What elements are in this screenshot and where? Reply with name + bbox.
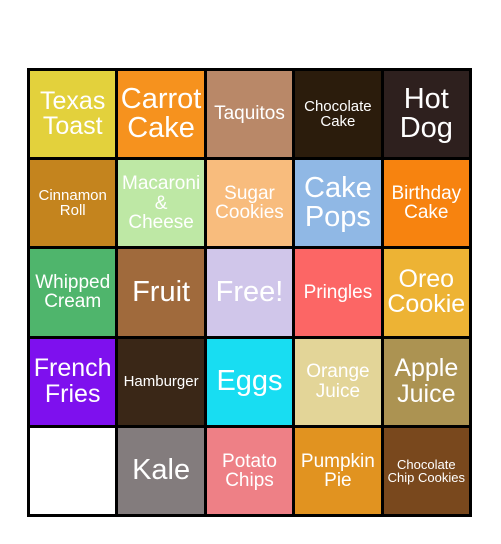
bingo-cell[interactable]: Chocolate Chip Cookies — [383, 427, 469, 514]
bingo-cell[interactable]: Chocolate Cake — [295, 71, 381, 158]
bingo-cell[interactable]: Whipped Cream — [30, 249, 116, 336]
bingo-cell[interactable]: Apple Juice — [383, 338, 469, 425]
bingo-cell-label: Pumpkin Pie — [300, 450, 375, 491]
bingo-cell[interactable]: French Fries — [30, 338, 116, 425]
bingo-cell-label: Cake Pops — [304, 171, 372, 234]
bingo-cell-label: Potato Chips — [222, 450, 277, 491]
bingo-cell[interactable]: Potato Chips — [206, 427, 293, 514]
bingo-cell[interactable]: Texas Toast — [30, 71, 116, 158]
bingo-cell-label: Kale — [132, 454, 191, 487]
bingo-cell[interactable]: Kale — [118, 427, 204, 514]
bingo-cell[interactable]: Macaroni & Cheese — [118, 160, 204, 247]
bingo-cell-label: Cinnamon Roll — [38, 186, 107, 220]
bingo-cell-label: Sugar Cookies — [215, 182, 284, 224]
bingo-cell-label: Pringles — [303, 281, 373, 303]
bingo-cell-label: Chocolate Cake — [304, 97, 372, 131]
bingo-cell-label: French Fries — [33, 354, 112, 408]
bingo-cell-label: Hot Dog — [399, 82, 453, 145]
bingo-cell[interactable]: Sugar Cookies — [206, 160, 293, 247]
bingo-cell[interactable]: Eggs — [206, 338, 293, 425]
bingo-cell[interactable]: Hamburger — [118, 338, 204, 425]
bingo-cell[interactable]: Hot Dog — [383, 71, 469, 158]
bingo-cell[interactable]: Orange Juice — [295, 338, 381, 425]
bingo-cell-label: Taquitos — [214, 103, 285, 125]
bingo-cell[interactable]: Carrot Cake — [118, 71, 204, 158]
bingo-cell-label: Birthday Cake — [391, 182, 462, 224]
bingo-cell-label: Hamburger — [123, 373, 199, 391]
bingo-cell[interactable]: Cinnamon Roll — [30, 160, 116, 247]
bingo-cell-label: Fruit — [132, 275, 191, 308]
bingo-cell-label: Whipped Cream — [35, 272, 111, 313]
bingo-cell[interactable] — [30, 427, 116, 514]
bingo-cell[interactable]: Pringles — [295, 249, 381, 336]
bingo-cell-label: Chocolate Chip Cookies — [387, 456, 465, 485]
bingo-free-space[interactable]: Free! — [206, 249, 293, 336]
bingo-cell-label: Eggs — [216, 364, 283, 397]
bingo-cell-label: Oreo Cookie — [387, 264, 466, 319]
bingo-cell-label: Macaroni & Cheese — [122, 173, 201, 233]
bingo-cell-label: Apple Juice — [394, 354, 459, 408]
bingo-cell-label: Texas Toast — [40, 86, 106, 141]
bingo-cell[interactable]: Cake Pops — [295, 160, 381, 247]
bingo-cell-label: Orange Juice — [306, 361, 370, 402]
bingo-cell-label: Carrot Cake — [120, 82, 202, 145]
bingo-cell[interactable]: Taquitos — [206, 71, 293, 158]
bingo-cell[interactable]: Oreo Cookie — [383, 249, 469, 336]
bingo-card: Texas Toast Carrot Cake Taquitos Chocolate … — [27, 68, 472, 517]
bingo-cell-label: Free! — [215, 275, 284, 308]
bingo-cell[interactable]: Birthday Cake — [383, 160, 469, 247]
bingo-cell[interactable]: Fruit — [118, 249, 204, 336]
bingo-cell[interactable]: Pumpkin Pie — [295, 427, 381, 514]
